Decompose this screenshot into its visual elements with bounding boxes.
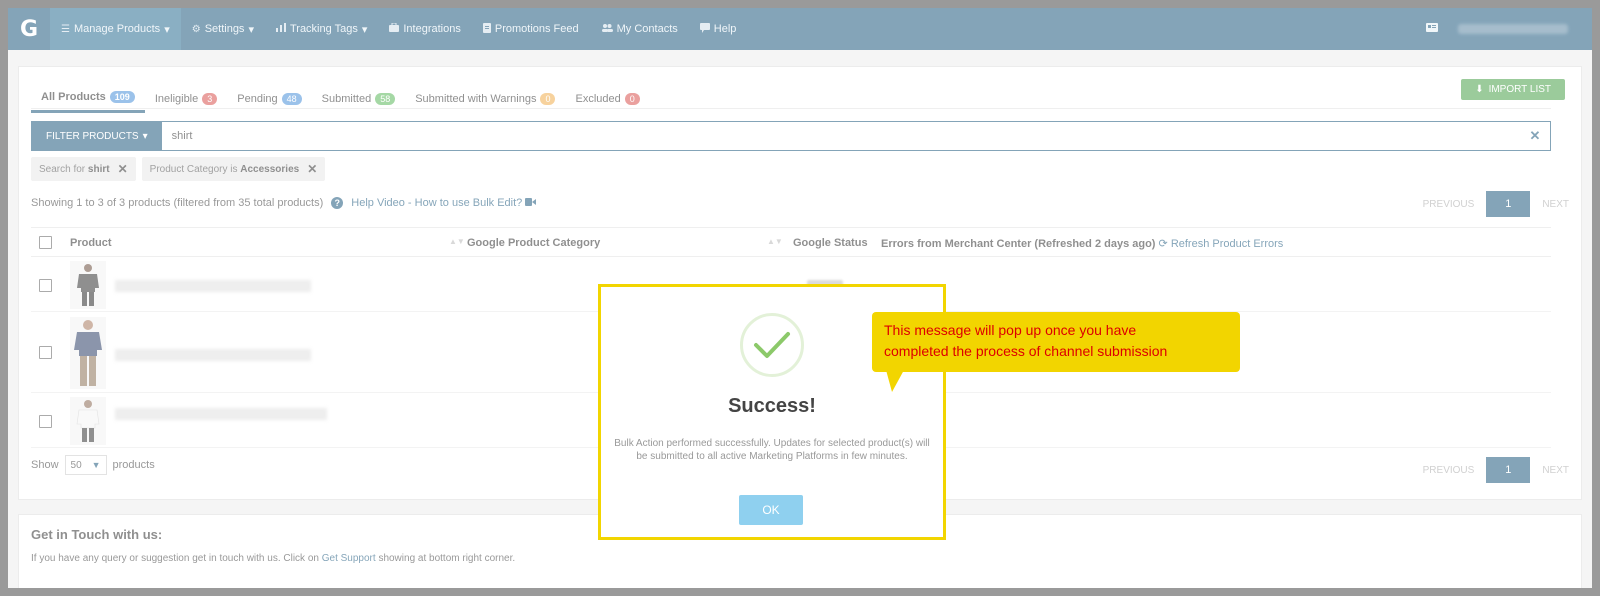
callout-line-2: completed the process of channel submiss…	[884, 343, 1168, 359]
ok-button[interactable]: OK	[739, 495, 803, 525]
app-window: G ☰ Manage Products ▾ ⚙ Settings ▾ Track…	[8, 8, 1592, 588]
dialog-title: Success!	[728, 395, 816, 417]
annotation-callout: This message will pop up once you have c…	[872, 312, 1240, 372]
dialog-message: Bulk Action performed successfully. Upda…	[614, 438, 930, 462]
callout-pointer	[886, 370, 904, 392]
success-check-icon	[740, 313, 804, 377]
callout-line-1: This message will pop up once you have	[884, 322, 1137, 338]
